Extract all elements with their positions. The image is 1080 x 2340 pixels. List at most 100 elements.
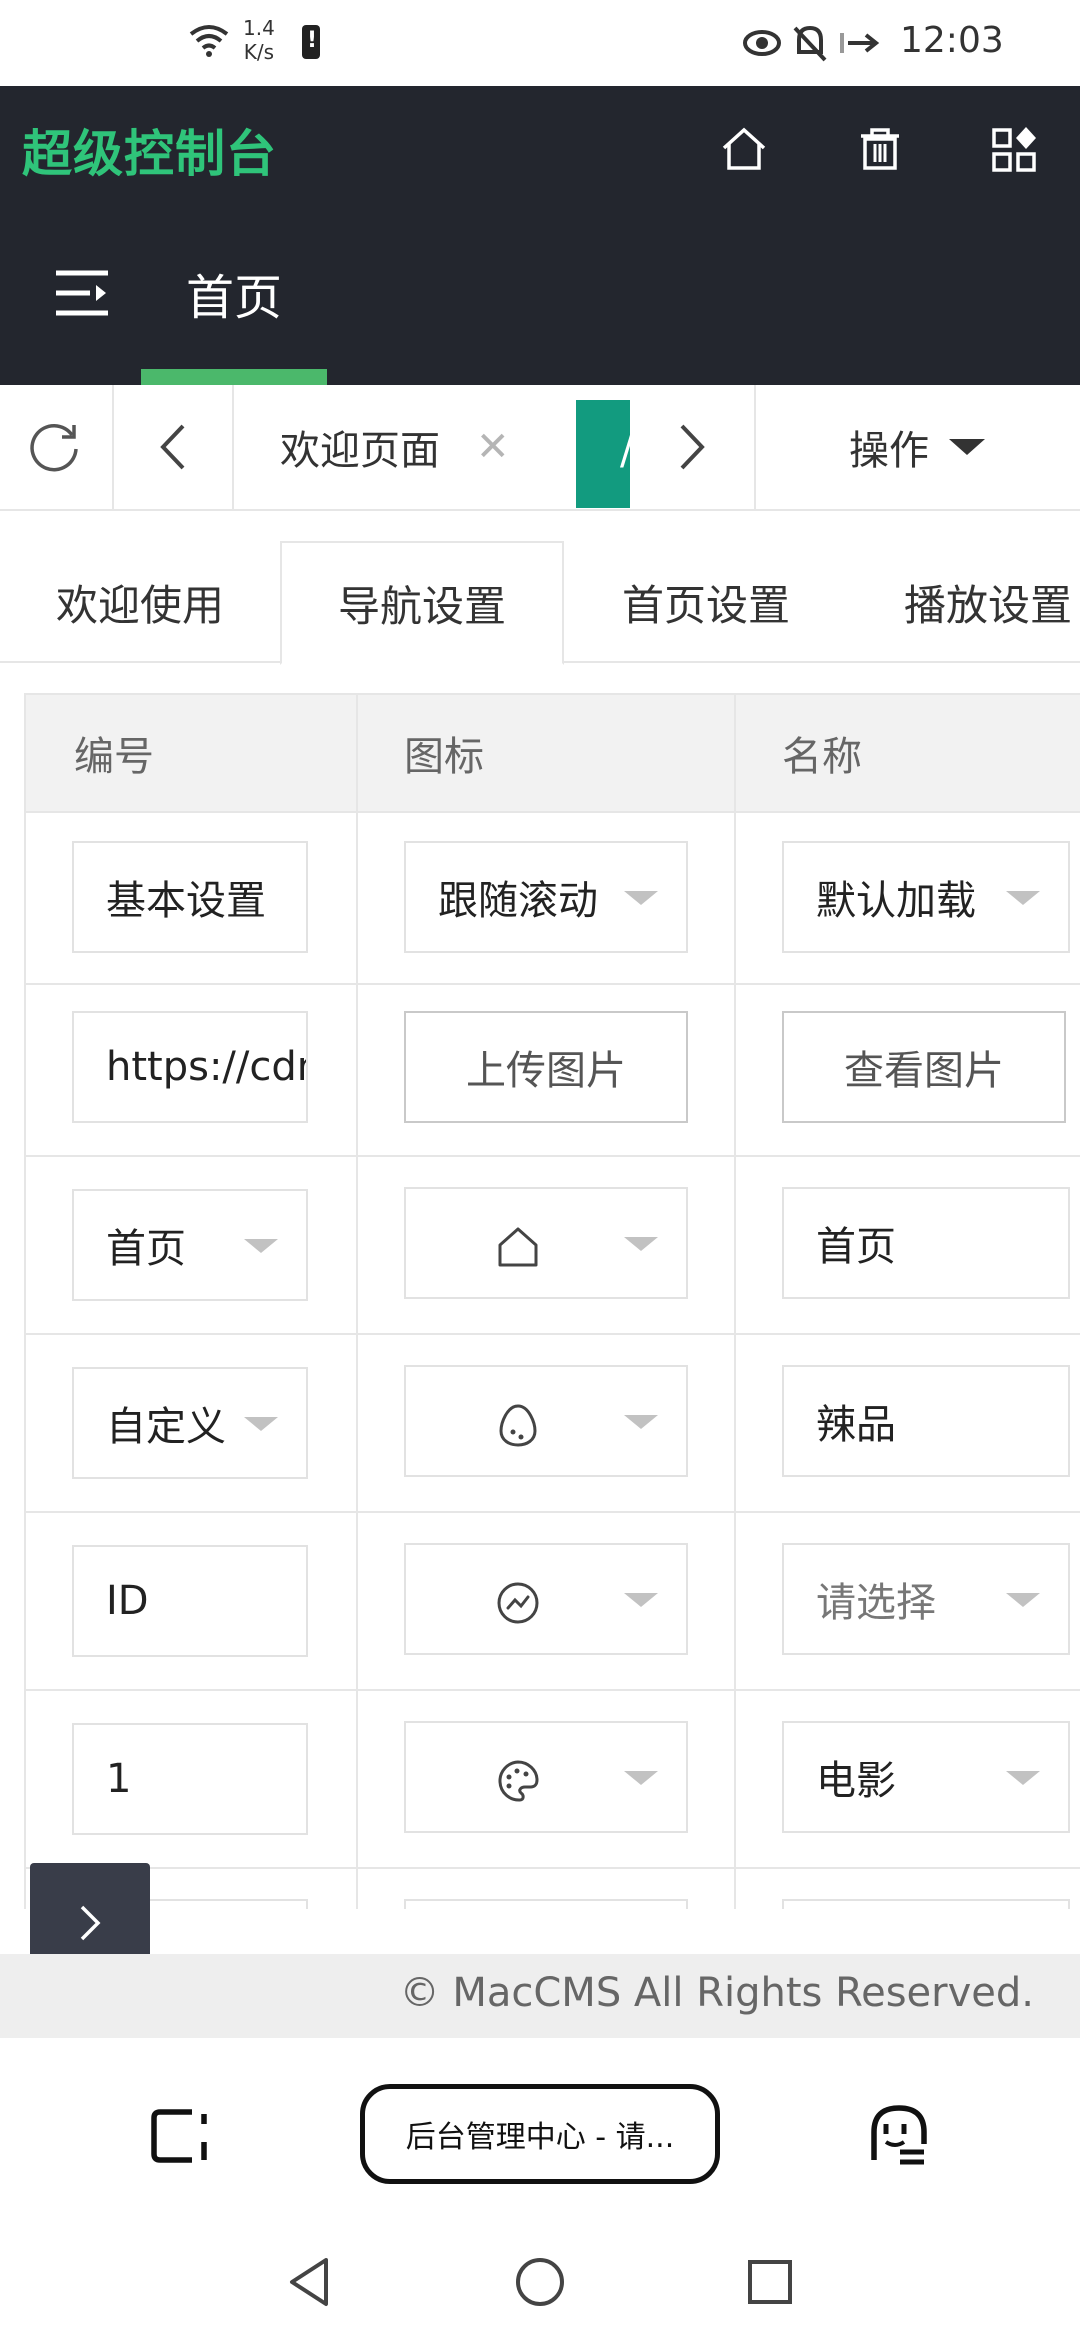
tab-nav-settings[interactable]: 导航设置 bbox=[280, 541, 564, 665]
caret-down-icon bbox=[624, 891, 658, 905]
brand-logo[interactable]: 超级控制台 bbox=[22, 114, 277, 186]
browser-toolbar: 后台管理中心 - 请... bbox=[0, 2038, 1080, 2218]
operate-dropdown[interactable]: 操作 bbox=[756, 385, 1080, 509]
column-header-icon: 图标 bbox=[358, 695, 736, 813]
table-cell: 首页 bbox=[26, 1157, 358, 1333]
chevron-right-icon bbox=[80, 1905, 101, 1941]
network-speed-unit: K/s bbox=[243, 40, 275, 64]
address-bar[interactable]: 后台管理中心 - 请... bbox=[360, 2084, 720, 2184]
icon-select-dropdown[interactable] bbox=[404, 1365, 688, 1477]
caret-down-icon bbox=[624, 1415, 658, 1429]
tabs-next-button[interactable] bbox=[630, 385, 756, 509]
select-dropdown[interactable]: 电影 bbox=[782, 1721, 1070, 1833]
sort-input[interactable]: 1 bbox=[72, 1723, 308, 1835]
name-input[interactable]: 首页 bbox=[782, 1187, 1070, 1299]
caret-down-icon bbox=[1006, 891, 1040, 905]
select-value: 跟随滚动 bbox=[438, 878, 598, 924]
table-row: 自定义 辣品 bbox=[26, 1335, 1080, 1513]
recents-icon[interactable] bbox=[746, 2256, 794, 2308]
copyright-text: © MacCMS All Rights Reserved. bbox=[399, 1970, 1034, 2016]
airplane-mode-icon bbox=[840, 33, 880, 53]
nav-active-indicator bbox=[141, 369, 327, 385]
system-nav-bar bbox=[0, 2218, 1080, 2340]
trend-circle-icon bbox=[497, 1582, 539, 1624]
table-cell bbox=[358, 1869, 736, 1909]
select-dropdown[interactable]: 跟随滚动 bbox=[404, 841, 688, 953]
name-input[interactable] bbox=[782, 1899, 1070, 1909]
table-cell: 查看图片 bbox=[736, 985, 1080, 1155]
tab-home-active[interactable]: / bbox=[576, 400, 630, 508]
tab-home-fragment: / bbox=[620, 428, 630, 474]
admin-header: 超级控制台 首页 bbox=[0, 86, 1080, 385]
icon-select-dropdown[interactable] bbox=[404, 1543, 688, 1655]
column-header-id: 编号 bbox=[26, 695, 358, 813]
table-row: https://cdn 上传图片 查看图片 bbox=[26, 985, 1080, 1157]
upload-image-button[interactable]: 上传图片 bbox=[404, 1011, 688, 1123]
select-value: 自定义 bbox=[106, 1404, 226, 1450]
table-cell: 跟随滚动 bbox=[358, 813, 736, 983]
tabs-icon[interactable] bbox=[148, 2104, 212, 2168]
tab-welcome-page[interactable]: 欢迎页面 ✕ bbox=[234, 385, 576, 509]
select-dropdown[interactable]: 默认加载 bbox=[782, 841, 1070, 953]
table-cell: 请选择 bbox=[736, 1513, 1080, 1689]
status-bar: 1.4 K/s 12:03 bbox=[0, 0, 1080, 86]
icon-select-dropdown[interactable] bbox=[404, 1187, 688, 1299]
network-speed: 1.4 K/s bbox=[243, 16, 275, 64]
page-tab-strip: 欢迎页面 ✕ / 操作 bbox=[0, 385, 1080, 511]
back-icon[interactable] bbox=[286, 2256, 334, 2308]
menu-toggle-icon[interactable] bbox=[54, 268, 110, 318]
url-input[interactable]: https://cdn bbox=[72, 1011, 308, 1123]
tab-play-settings[interactable]: 播放设置 bbox=[848, 541, 1080, 663]
icon-select-dropdown[interactable] bbox=[404, 1899, 688, 1909]
refresh-button[interactable] bbox=[0, 385, 114, 509]
table-cell bbox=[358, 1513, 736, 1689]
refresh-icon bbox=[30, 424, 78, 472]
select-placeholder: 请选择 bbox=[816, 1580, 936, 1626]
address-bar-title: 后台管理中心 - 请... bbox=[405, 2120, 675, 2155]
tab-home-settings[interactable]: 首页设置 bbox=[564, 541, 848, 663]
tab-welcome[interactable]: 欢迎使用 bbox=[0, 541, 280, 663]
caret-down-icon bbox=[244, 1239, 278, 1253]
wifi-icon bbox=[189, 25, 229, 57]
table-row: 首页 首页 bbox=[26, 1157, 1080, 1335]
icon-select-dropdown[interactable] bbox=[404, 1721, 688, 1833]
home-circle-icon[interactable] bbox=[514, 2256, 566, 2308]
ghost-mode-icon[interactable] bbox=[866, 2102, 932, 2168]
table-row: 1 电影 bbox=[26, 1691, 1080, 1869]
chevron-right-icon bbox=[680, 424, 705, 470]
table-cell: 电影 bbox=[736, 1691, 1080, 1867]
table-cell: 默认加载 bbox=[736, 813, 1080, 983]
table-cell: 首页 bbox=[736, 1157, 1080, 1333]
tab-welcome-label: 欢迎页面 bbox=[280, 428, 440, 474]
column-header-name: 名称 bbox=[736, 695, 1080, 813]
bell-off-icon bbox=[793, 25, 827, 62]
clock: 12:03 bbox=[900, 20, 1004, 61]
select-dropdown[interactable]: 自定义 bbox=[72, 1367, 308, 1479]
caret-down-icon bbox=[624, 1593, 658, 1607]
caret-down-icon bbox=[1006, 1593, 1040, 1607]
grid-icon[interactable] bbox=[986, 122, 1042, 178]
nav-settings-table: 编号 图标 名称 基本设置 跟随滚动 默认加载 https://cdn 上传图片 bbox=[24, 693, 1080, 1909]
home-icon[interactable] bbox=[716, 122, 772, 178]
table-cell bbox=[358, 1335, 736, 1511]
palette-icon bbox=[498, 1760, 539, 1802]
tabs-prev-button[interactable] bbox=[114, 385, 234, 509]
name-input[interactable]: 辣品 bbox=[782, 1365, 1070, 1477]
select-dropdown[interactable]: 请选择 bbox=[782, 1543, 1070, 1655]
table-cell: 基本设置 bbox=[26, 813, 358, 983]
view-image-button[interactable]: 查看图片 bbox=[782, 1011, 1066, 1123]
table-cell: 1 bbox=[26, 1691, 358, 1867]
close-icon[interactable]: ✕ bbox=[476, 424, 510, 470]
settings-tabs: 欢迎使用 导航设置 首页设置 播放设置 bbox=[0, 541, 1080, 665]
page-footer: © MacCMS All Rights Reserved. bbox=[0, 1954, 1080, 2038]
id-input[interactable]: ID bbox=[72, 1545, 308, 1657]
table-row: ID 请选择 bbox=[26, 1513, 1080, 1691]
table-cell: https://cdn bbox=[26, 985, 358, 1155]
table-row: 基本设置 跟随滚动 默认加载 bbox=[26, 813, 1080, 985]
caret-down-icon bbox=[949, 439, 985, 455]
text-input[interactable]: 基本设置 bbox=[72, 841, 308, 953]
trash-icon[interactable] bbox=[852, 122, 908, 178]
select-dropdown[interactable]: 首页 bbox=[72, 1189, 308, 1301]
nav-title[interactable]: 首页 bbox=[186, 258, 282, 328]
select-value: 首页 bbox=[106, 1226, 186, 1272]
